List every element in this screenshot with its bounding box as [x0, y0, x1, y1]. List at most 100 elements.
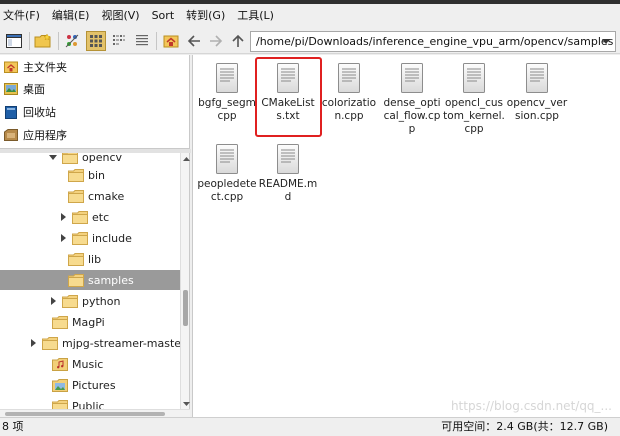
- tree-node[interactable]: bin: [68, 165, 105, 185]
- menu-bar: 文件(F) 编辑(E) 视图(V) Sort 转到(G) 工具(L): [0, 4, 620, 28]
- file-item[interactable]: opencv_version.cpp: [506, 61, 568, 123]
- expand-arrow-icon[interactable]: [48, 296, 58, 306]
- item-count: 8 项: [2, 420, 24, 433]
- tree-node[interactable]: cmake: [68, 186, 124, 206]
- back-arrow-icon[interactable]: [184, 31, 204, 51]
- directory-tree: opencv bin cmake etc include lib samples python…: [0, 153, 180, 410]
- text-file-icon: [277, 144, 299, 174]
- folder-icon: [52, 315, 68, 329]
- menu-sort[interactable]: Sort: [146, 4, 181, 28]
- file-item[interactable]: README.md: [257, 142, 319, 204]
- text-file-icon: [401, 63, 423, 93]
- home-folder-icon: [4, 60, 18, 74]
- collapse-arrow-icon[interactable]: [48, 153, 58, 162]
- place-label: 回收站: [23, 106, 56, 119]
- menu-file[interactable]: 文件(F): [0, 4, 46, 28]
- file-item[interactable]: opencl_custom_kernel.cpp: [443, 61, 505, 136]
- scroll-down-icon[interactable]: [182, 400, 190, 408]
- folder-icon: [42, 336, 58, 350]
- tree-node-label: include: [92, 231, 132, 245]
- places-panel: 主文件夹 桌面 回收站 应用程序: [0, 55, 190, 149]
- tree-vertical-scrollbar[interactable]: [180, 153, 190, 410]
- forward-arrow-icon[interactable]: [206, 31, 226, 51]
- tree-node-label: cmake: [88, 189, 125, 203]
- menu-go[interactable]: 转到(G): [180, 4, 231, 28]
- file-name: opencl_custom_kernel.cpp: [443, 97, 505, 135]
- watermark-text: https://blog.csdn.net/qq_...: [450, 399, 612, 413]
- tree-node[interactable]: samples: [0, 270, 180, 290]
- tree-node[interactable]: Public: [38, 396, 105, 410]
- toolbar-separator: [58, 32, 59, 50]
- show-hidden-icon[interactable]: [62, 31, 82, 51]
- file-name: bgfg_segmcpp: [198, 97, 256, 122]
- tree-node-label: lib: [88, 252, 102, 266]
- folder-icon: [62, 153, 78, 164]
- tree-node[interactable]: Music: [38, 354, 103, 374]
- tree-node[interactable]: lib: [68, 249, 101, 269]
- up-arrow-icon[interactable]: [228, 31, 248, 51]
- place-desktop[interactable]: 桌面: [4, 79, 45, 99]
- tree-node-label: mjpg-streamer-master: [62, 336, 180, 350]
- music-folder-icon: [52, 357, 68, 371]
- folder-icon: [68, 252, 84, 266]
- path-bar[interactable]: /home/pi/Downloads/inference_engine_vpu_…: [250, 31, 616, 52]
- tree-node[interactable]: etc: [58, 207, 109, 227]
- tree-node-label: Pictures: [72, 378, 116, 392]
- file-name: peopledetect.cpp: [197, 178, 257, 203]
- folder-icon: [68, 168, 84, 182]
- toolbar-separator: [29, 32, 30, 50]
- tree-node[interactable]: MagPi: [38, 312, 105, 332]
- desktop-icon: [4, 82, 18, 96]
- file-item[interactable]: colorization.cpp: [318, 61, 380, 123]
- chevron-down-icon[interactable]: [600, 32, 612, 51]
- status-bar: 8 项 可用空间：2.4 GB(共：12.7 GB): [0, 417, 620, 436]
- text-file-icon: [216, 63, 238, 93]
- menu-view[interactable]: 视图(V): [95, 4, 145, 28]
- text-file-icon: [526, 63, 548, 93]
- file-name: dense_optical_flow.cpp: [383, 97, 441, 135]
- detail-view-icon[interactable]: [132, 31, 152, 51]
- new-window-icon[interactable]: [4, 31, 24, 51]
- pictures-folder-icon: [52, 378, 68, 392]
- menu-edit[interactable]: 编辑(E): [46, 4, 96, 28]
- home-icon[interactable]: [161, 31, 181, 51]
- text-file-icon: [463, 63, 485, 93]
- file-name: opencv_version.cpp: [506, 97, 568, 122]
- tree-node[interactable]: include: [58, 228, 132, 248]
- expand-arrow-icon[interactable]: [58, 212, 68, 222]
- tree-node[interactable]: python: [48, 291, 120, 311]
- scrollbar-thumb[interactable]: [5, 412, 165, 416]
- folder-icon: [72, 210, 88, 224]
- applications-icon: [4, 128, 18, 142]
- place-home[interactable]: 主文件夹: [4, 57, 67, 77]
- folder-icon: [68, 189, 84, 203]
- place-label: 应用程序: [23, 129, 67, 142]
- file-item[interactable]: peopledetect.cpp: [196, 142, 258, 204]
- path-text: /home/pi/Downloads/inference_engine_vpu_…: [256, 35, 614, 48]
- icon-view-icon[interactable]: [86, 31, 106, 51]
- scrollbar-thumb[interactable]: [183, 290, 188, 326]
- tree-node[interactable]: mjpg-streamer-master: [28, 333, 180, 353]
- file-item[interactable]: bgfg_segmcpp: [196, 61, 258, 123]
- tree-node-label: samples: [88, 273, 134, 287]
- expand-arrow-icon[interactable]: [28, 338, 38, 348]
- tree-node-label: opencv: [82, 153, 123, 164]
- file-name: README.md: [258, 178, 318, 203]
- tree-node-label: python: [82, 294, 121, 308]
- trash-icon: [4, 105, 18, 119]
- place-applications[interactable]: 应用程序: [4, 125, 67, 145]
- place-trash[interactable]: 回收站: [4, 102, 56, 122]
- tree-node[interactable]: Pictures: [38, 375, 116, 395]
- tree-horizontal-scrollbar[interactable]: [0, 409, 190, 417]
- expand-arrow-icon[interactable]: [58, 233, 68, 243]
- list-view-icon[interactable]: [109, 31, 129, 51]
- new-folder-icon[interactable]: [33, 31, 53, 51]
- folder-icon: [72, 231, 88, 245]
- text-file-icon: [338, 63, 360, 93]
- scroll-up-icon[interactable]: [182, 155, 190, 163]
- menu-tools[interactable]: 工具(L): [231, 4, 280, 28]
- file-view: bgfg_segmcpp CMakeLists.txt colorization.c…: [192, 55, 620, 417]
- folder-icon: [62, 294, 78, 308]
- file-item[interactable]: dense_optical_flow.cpp: [381, 61, 443, 136]
